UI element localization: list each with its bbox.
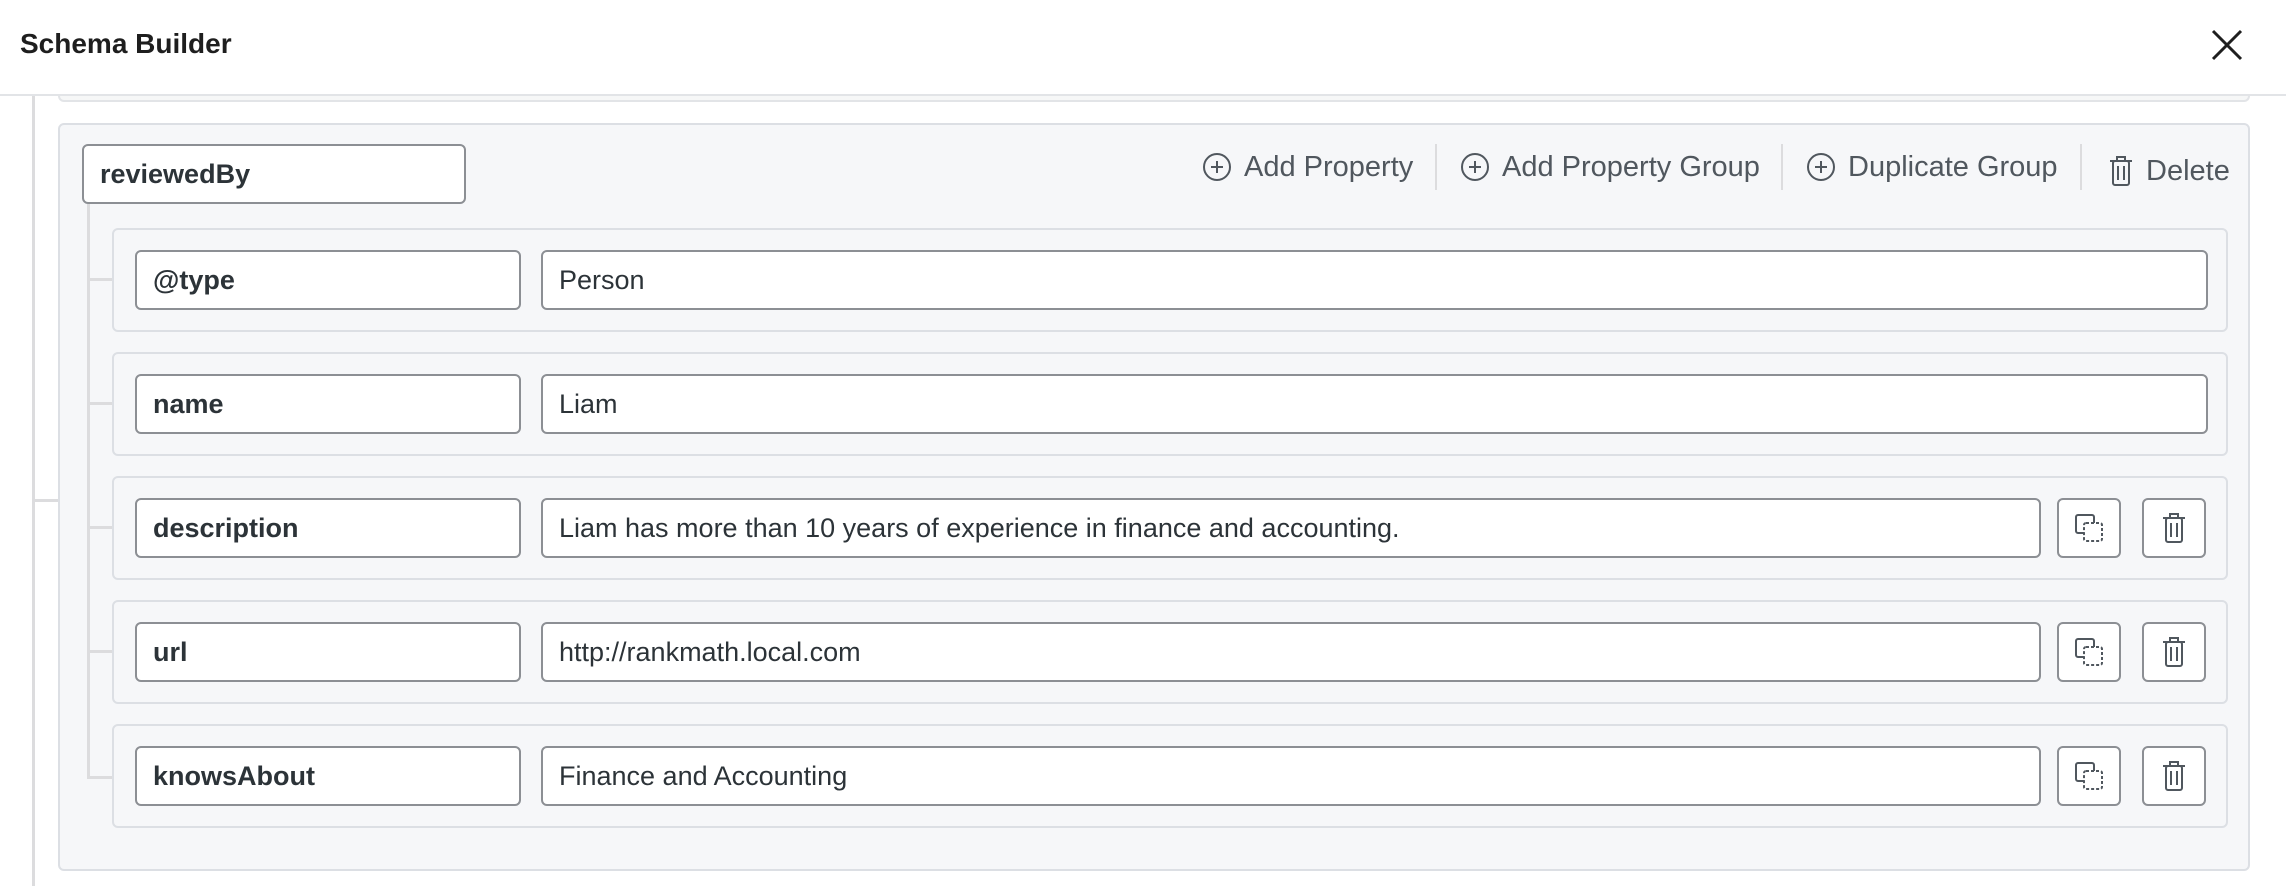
- inner-tree-connector: [87, 204, 90, 779]
- duplicate-icon: [2075, 514, 2103, 542]
- inner-tree-branch: [87, 526, 114, 529]
- duplicate-icon: [2075, 638, 2103, 666]
- previous-group-edge: [58, 96, 2250, 102]
- duplicate-property-button[interactable]: [2057, 746, 2121, 806]
- duplicate-group-button[interactable]: Duplicate Group: [1806, 144, 2058, 190]
- toolbar-separator: [1781, 144, 1783, 190]
- property-value-input[interactable]: [541, 498, 2041, 558]
- delete-group-label: Delete: [2146, 154, 2230, 187]
- add-property-group-button[interactable]: Add Property Group: [1460, 144, 1760, 190]
- modal-header: Schema Builder: [0, 0, 2286, 96]
- duplicate-property-button[interactable]: [2057, 498, 2121, 558]
- property-value-input[interactable]: [541, 374, 2208, 434]
- property-value-input[interactable]: [541, 250, 2208, 310]
- plus-circle-icon: [1203, 153, 1231, 181]
- property-key-input[interactable]: [135, 746, 521, 806]
- property-key-input[interactable]: [135, 498, 521, 558]
- group-name-input[interactable]: [82, 144, 466, 204]
- plus-circle-icon: [1461, 153, 1489, 181]
- close-icon: [2211, 29, 2243, 61]
- property-value-input[interactable]: [541, 622, 2041, 682]
- delete-property-button[interactable]: [2142, 746, 2206, 806]
- toolbar-separator: [1435, 144, 1437, 190]
- delete-property-button[interactable]: [2142, 622, 2206, 682]
- plus-circle-icon: [1807, 153, 1835, 181]
- duplicate-group-label: Duplicate Group: [1848, 150, 2058, 183]
- close-button[interactable]: [2200, 22, 2254, 70]
- duplicate-icon: [2075, 762, 2103, 790]
- property-key-input[interactable]: [135, 622, 521, 682]
- trash-icon: [2163, 513, 2185, 543]
- inner-tree-branch: [87, 650, 114, 653]
- inner-tree-branch: [87, 402, 114, 405]
- trash-icon: [2163, 761, 2185, 791]
- duplicate-property-button[interactable]: [2057, 622, 2121, 682]
- delete-group-button[interactable]: Delete: [2108, 148, 2230, 194]
- tree-connector: [32, 96, 35, 886]
- delete-property-button[interactable]: [2142, 498, 2206, 558]
- add-property-group-label: Add Property Group: [1502, 150, 1760, 183]
- add-property-button[interactable]: Add Property: [1202, 144, 1413, 190]
- tree-connector-branch: [32, 499, 59, 502]
- trash-icon: [2163, 637, 2185, 667]
- toolbar-separator: [2080, 144, 2082, 190]
- add-property-label: Add Property: [1244, 150, 1414, 183]
- inner-tree-branch: [87, 776, 114, 779]
- modal-title: Schema Builder: [20, 28, 232, 59]
- property-key-input[interactable]: [135, 374, 521, 434]
- property-value-input[interactable]: [541, 746, 2041, 806]
- trash-icon: [2110, 156, 2132, 186]
- property-key-input[interactable]: [135, 250, 521, 310]
- inner-tree-branch: [87, 278, 114, 281]
